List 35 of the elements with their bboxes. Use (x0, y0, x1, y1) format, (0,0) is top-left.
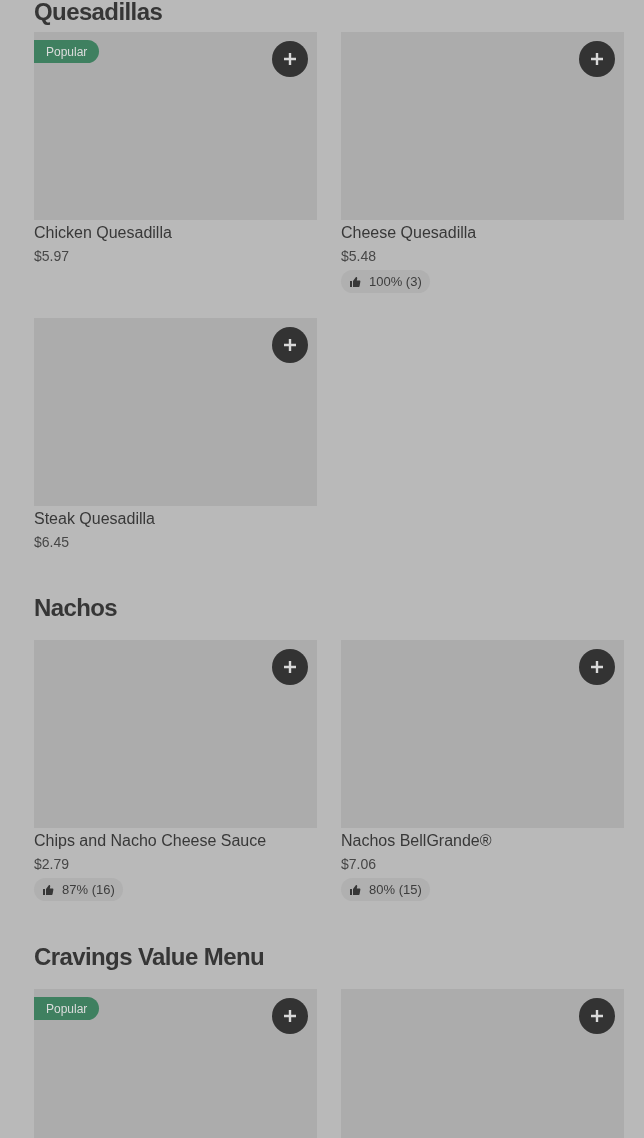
item-price: $2.79 (34, 855, 71, 874)
item-price: $6.45 (34, 533, 71, 552)
add-button[interactable] (272, 327, 308, 363)
add-button[interactable] (579, 998, 615, 1034)
thumbs-up-icon (42, 883, 54, 896)
add-button[interactable] (272, 998, 308, 1034)
plus-icon (283, 660, 297, 674)
plus-icon (590, 660, 604, 674)
item-name: Chips and Nacho Cheese Sauce (34, 831, 268, 851)
section-heading: Quesadillas (34, 0, 164, 24)
item-name: Nachos BellGrande® (341, 831, 493, 851)
item-price: $7.06 (341, 855, 378, 874)
item-name: Steak Quesadilla (34, 509, 156, 529)
item-price: $5.48 (341, 247, 378, 266)
section-heading: Cravings Value Menu (34, 942, 265, 972)
item-name: Cheese Quesadilla (341, 223, 478, 243)
plus-icon (283, 52, 297, 66)
rating-text: 87% (16) (62, 880, 115, 899)
rating-text: 100% (3) (369, 272, 422, 291)
add-button[interactable] (272, 649, 308, 685)
add-button[interactable] (272, 41, 308, 77)
add-button[interactable] (579, 41, 615, 77)
popular-badge: Popular (34, 997, 100, 1020)
add-button[interactable] (579, 649, 615, 685)
thumbs-up-icon (349, 883, 361, 896)
rating-text: 80% (15) (369, 880, 422, 899)
thumbs-up-icon (349, 275, 361, 288)
plus-icon (590, 52, 604, 66)
popular-badge: Popular (34, 40, 100, 63)
plus-icon (283, 1009, 297, 1023)
plus-icon (283, 338, 297, 352)
plus-icon (590, 1009, 604, 1023)
section-heading: Nachos (34, 593, 119, 623)
item-name: Chicken Quesadilla (34, 223, 173, 243)
item-price: $5.97 (34, 247, 71, 266)
